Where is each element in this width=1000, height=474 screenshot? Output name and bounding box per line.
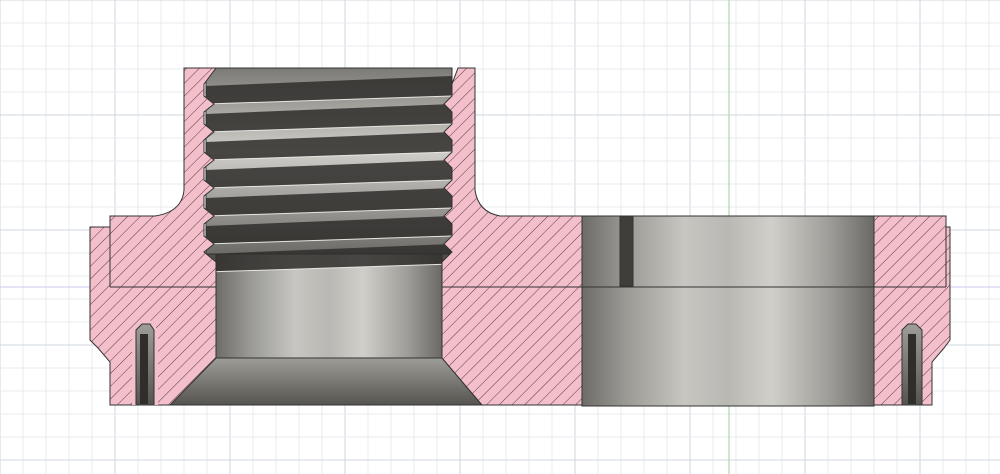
- cad-viewport[interactable]: [0, 0, 1000, 474]
- side-slot: [619, 215, 634, 287]
- section-view-canvas[interactable]: [0, 0, 1000, 474]
- counterbore: [168, 249, 484, 406]
- metal-body: [581, 215, 875, 407]
- threaded-bore: [205, 67, 453, 273]
- right-seal-groove: [901, 323, 923, 406]
- right-section-hatch: [441, 67, 583, 406]
- left-seal-groove: [132, 320, 158, 406]
